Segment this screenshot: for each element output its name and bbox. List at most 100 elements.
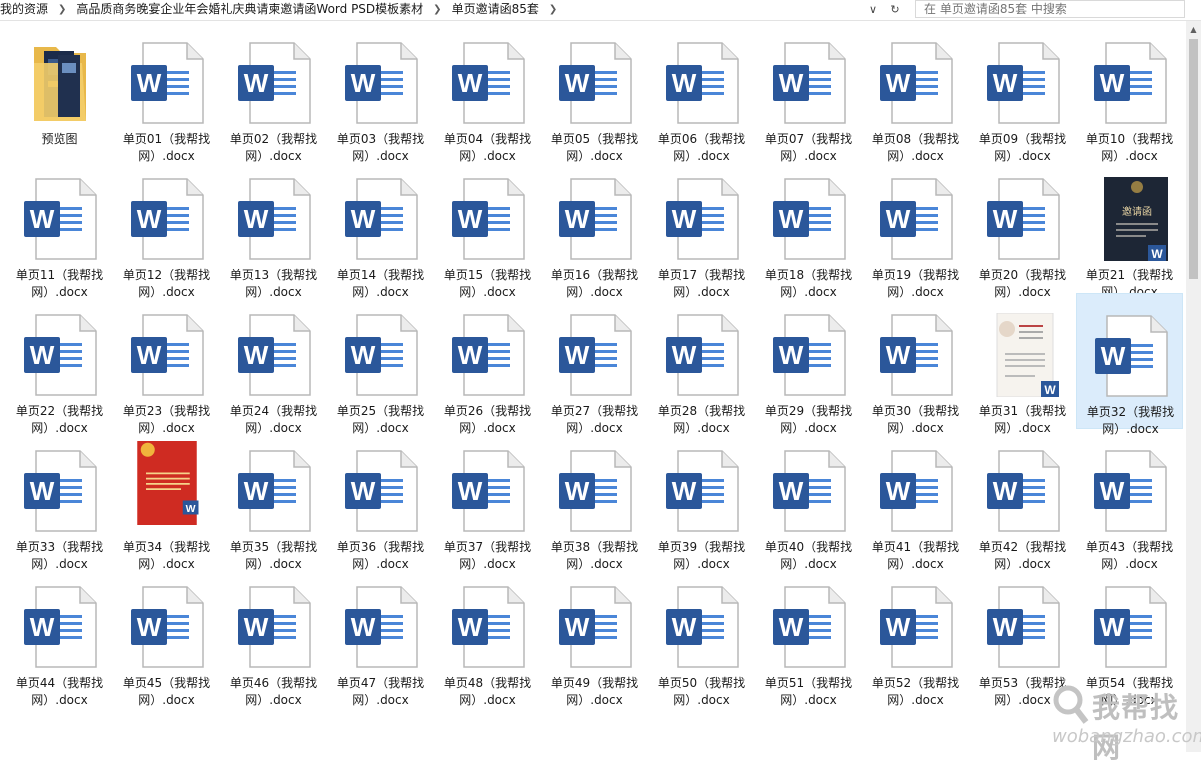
file-item[interactable]: W 单页27（我帮找网）.docx (541, 293, 648, 435)
svg-text:W: W (458, 68, 483, 98)
svg-text:W: W (565, 476, 590, 506)
file-item[interactable]: W 单页02（我帮找网）.docx (220, 21, 327, 163)
file-item[interactable]: W 单页15（我帮找网）.docx (434, 157, 541, 299)
file-item[interactable]: W 单页36（我帮找网）.docx (327, 429, 434, 571)
svg-text:W: W (244, 68, 269, 98)
file-item[interactable]: W 单页34（我帮找网）.docx (113, 429, 220, 571)
svg-text:W: W (30, 204, 55, 234)
file-item[interactable]: W 单页06（我帮找网）.docx (648, 21, 755, 163)
breadcrumb-item-current[interactable]: 单页邀请函85套 (446, 0, 545, 19)
file-item[interactable]: W 单页50（我帮找网）.docx (648, 565, 755, 707)
file-item[interactable]: W 单页17（我帮找网）.docx (648, 157, 755, 299)
file-item[interactable]: W 单页04（我帮找网）.docx (434, 21, 541, 163)
folder-preview-icon (22, 41, 98, 125)
file-item[interactable]: W 单页07（我帮找网）.docx (755, 21, 862, 163)
breadcrumb-item-parent[interactable]: 高品质商务晚宴企业年会婚礼庆典请柬邀请函Word PSD模板素材 (70, 0, 429, 19)
file-item[interactable]: W 单页24（我帮找网）.docx (220, 293, 327, 435)
word-docx-icon: W (1092, 41, 1168, 125)
scroll-thumb[interactable] (1189, 39, 1198, 279)
file-item[interactable]: W 单页44（我帮找网）.docx (6, 565, 113, 707)
file-item[interactable]: W 单页20（我帮找网）.docx (969, 157, 1076, 299)
svg-text:W: W (672, 68, 697, 98)
file-name-label: 单页47（我帮找网）.docx (336, 676, 425, 707)
breadcrumb[interactable]: 我的资源 ❯ 高品质商务晚宴企业年会婚礼庆典请柬邀请函Word PSD模板素材 … (0, 0, 906, 19)
file-item[interactable]: 邀请函 W 单页21（我帮找网）.docx (1076, 157, 1183, 299)
folder-item[interactable]: 预览图 (6, 21, 113, 157)
file-item[interactable]: W 单页12（我帮找网）.docx (113, 157, 220, 299)
file-item[interactable]: W 单页54（我帮找网）.docx (1076, 565, 1183, 707)
search-input[interactable] (915, 0, 1185, 18)
file-item[interactable]: W 单页38（我帮找网）.docx (541, 429, 648, 571)
file-item[interactable]: W 单页29（我帮找网）.docx (755, 293, 862, 435)
svg-text:W: W (672, 340, 697, 370)
refresh-icon[interactable]: ↻ (888, 3, 902, 17)
svg-text:W: W (886, 612, 911, 642)
file-name-label: 单页48（我帮找网）.docx (443, 676, 532, 707)
file-item[interactable]: W 单页41（我帮找网）.docx (862, 429, 969, 571)
file-item[interactable]: W 单页05（我帮找网）.docx (541, 21, 648, 163)
file-item[interactable]: W 单页31（我帮找网）.docx (969, 293, 1076, 435)
file-item[interactable]: W 单页09（我帮找网）.docx (969, 21, 1076, 163)
file-item[interactable]: W 单页19（我帮找网）.docx (862, 157, 969, 299)
file-item[interactable]: W 单页37（我帮找网）.docx (434, 429, 541, 571)
chevron-down-icon[interactable]: ∨ (866, 3, 880, 17)
word-docx-icon: W (664, 313, 740, 397)
address-bar-row: 我的资源 ❯ 高品质商务晚宴企业年会婚礼庆典请柬邀请函Word PSD模板素材 … (0, 0, 1201, 21)
file-item[interactable]: W 单页30（我帮找网）.docx (862, 293, 969, 435)
file-item[interactable]: W 单页16（我帮找网）.docx (541, 157, 648, 299)
file-item[interactable]: W 单页35（我帮找网）.docx (220, 429, 327, 571)
svg-text:W: W (137, 68, 162, 98)
file-item[interactable]: W 单页13（我帮找网）.docx (220, 157, 327, 299)
file-item[interactable]: W 单页26（我帮找网）.docx (434, 293, 541, 435)
svg-text:W: W (244, 612, 269, 642)
file-item[interactable]: W 单页22（我帮找网）.docx (6, 293, 113, 435)
vertical-scrollbar[interactable]: ▲ (1186, 21, 1201, 752)
file-item[interactable]: W 单页25（我帮找网）.docx (327, 293, 434, 435)
word-docx-icon: W (450, 585, 526, 669)
word-docx-icon: W (557, 313, 633, 397)
file-item[interactable]: W 单页52（我帮找网）.docx (862, 565, 969, 707)
scroll-up-arrow-icon[interactable]: ▲ (1186, 21, 1201, 37)
file-item[interactable]: W 单页53（我帮找网）.docx (969, 565, 1076, 707)
file-item[interactable]: W 单页33（我帮找网）.docx (6, 429, 113, 571)
chevron-right-icon[interactable]: ❯ (545, 4, 561, 15)
image-thumbnail-icon: W (985, 313, 1061, 397)
file-item[interactable]: W 单页14（我帮找网）.docx (327, 157, 434, 299)
file-item[interactable]: W 单页45（我帮找网）.docx (113, 565, 220, 707)
file-item[interactable]: W 单页23（我帮找网）.docx (113, 293, 220, 435)
word-docx-icon: W (1092, 449, 1168, 533)
file-item[interactable]: W 单页28（我帮找网）.docx (648, 293, 755, 435)
image-thumbnail-icon: 邀请函 W (1092, 177, 1168, 261)
svg-text:W: W (886, 340, 911, 370)
svg-text:W: W (565, 204, 590, 234)
file-item[interactable]: W 单页42（我帮找网）.docx (969, 429, 1076, 571)
file-item[interactable]: W 单页48（我帮找网）.docx (434, 565, 541, 707)
svg-text:W: W (672, 612, 697, 642)
file-item[interactable]: W 单页51（我帮找网）.docx (755, 565, 862, 707)
file-item[interactable]: W 单页03（我帮找网）.docx (327, 21, 434, 163)
file-item[interactable]: W 单页46（我帮找网）.docx (220, 565, 327, 707)
file-item[interactable]: W 单页32（我帮找网）.docx (1076, 293, 1183, 436)
file-item[interactable]: W 单页10（我帮找网）.docx (1076, 21, 1183, 163)
breadcrumb-item-root[interactable]: 我的资源 (0, 0, 54, 19)
file-item[interactable]: W 单页49（我帮找网）.docx (541, 565, 648, 707)
word-docx-icon: W (771, 313, 847, 397)
word-docx-icon: W (878, 313, 954, 397)
file-item[interactable]: W 单页43（我帮找网）.docx (1076, 429, 1183, 571)
word-docx-icon: W (129, 177, 205, 261)
svg-text:W: W (1100, 612, 1125, 642)
svg-text:W: W (1100, 68, 1125, 98)
chevron-right-icon[interactable]: ❯ (429, 4, 445, 15)
svg-text:W: W (886, 68, 911, 98)
file-item[interactable]: W 单页40（我帮找网）.docx (755, 429, 862, 571)
svg-text:W: W (244, 204, 269, 234)
file-item[interactable]: W 单页11（我帮找网）.docx (6, 157, 113, 299)
chevron-right-icon[interactable]: ❯ (54, 4, 70, 15)
file-item[interactable]: W 单页01（我帮找网）.docx (113, 21, 220, 163)
file-item[interactable]: W 单页39（我帮找网）.docx (648, 429, 755, 571)
file-item[interactable]: W 单页18（我帮找网）.docx (755, 157, 862, 299)
file-item[interactable]: W 单页08（我帮找网）.docx (862, 21, 969, 163)
file-name-label: 单页49（我帮找网）.docx (550, 676, 639, 707)
file-item[interactable]: W 单页47（我帮找网）.docx (327, 565, 434, 707)
word-docx-icon: W (343, 449, 419, 533)
